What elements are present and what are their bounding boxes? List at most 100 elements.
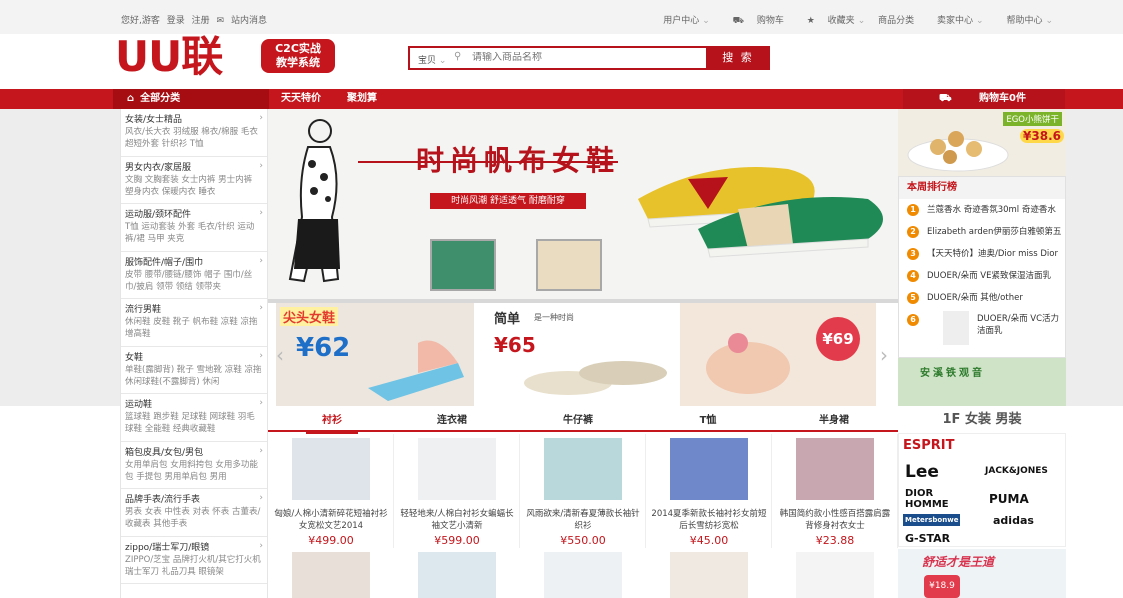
category-item[interactable]: 品牌手表/流行手表 男表 女表 中性表 对表 怀表 古董表/收藏表 其他手表 ›	[121, 489, 267, 537]
tab-jeans[interactable]: 牛仔裤	[518, 406, 638, 432]
product-card-row2[interactable]	[772, 552, 898, 598]
ad-sneakers[interactable]: 舒适才是王道 ¥18.9	[898, 549, 1066, 598]
badge-line-2: 教学系统	[276, 56, 320, 69]
brand-wall: ESPRIT Lee JACK&JONES DIOR HOMME PUMA Me…	[898, 433, 1066, 547]
hero-banner[interactable]: 时尚帆布女鞋 时尚风潮 舒适透气 耐磨耐穿	[268, 109, 898, 301]
tab-skirts[interactable]: 半身裙	[774, 406, 894, 432]
brand-logo[interactable]: PUMA	[989, 492, 1029, 506]
tab-tshirts[interactable]: T恤	[648, 406, 768, 432]
category-subtitle: 男表 女表 中性表 对表 怀表 古董表/收藏表 其他手表	[125, 507, 261, 529]
chevron-right-icon: ›	[259, 113, 263, 123]
chevron-right-icon: ›	[259, 255, 263, 266]
category-item[interactable]: 箱包皮具/女包/男包 女用单肩包 女用斜挎包 女用多功能包 手提包 男用单肩包 男…	[121, 442, 267, 489]
greeting: 您好,游客	[121, 16, 160, 26]
product-card[interactable]: 匈娘/人棉小清新碎花短袖衬衫女宽松文艺2014 ¥499.00	[268, 434, 394, 548]
product-card-row2[interactable]	[268, 552, 394, 598]
product-card-row2[interactable]	[394, 552, 520, 598]
category-subtitle: T恤 运动套装 外套 毛衣/针织 运动裤/裙 马甲 夹克	[125, 222, 255, 244]
product-name: 韩国简约款小性感百搭露肩露背修身衬衣女士	[779, 509, 891, 531]
product-card[interactable]: 轻轻地来/人棉白衬衫女蝙蝠长袖文艺小清新 ¥599.00	[394, 434, 520, 548]
product-price: ¥499.00	[308, 534, 354, 547]
ranking-item[interactable]: 3 【天天特价】迪奥/Dior miss Dior	[899, 243, 1065, 265]
star-icon: ★	[806, 16, 815, 26]
chevron-down-icon: ⌄	[438, 56, 447, 66]
nav-juhuasuan[interactable]: 聚划算	[347, 89, 377, 109]
brand-logo[interactable]: adidas	[993, 514, 1034, 527]
brand-logo[interactable]: Metersbonwe	[903, 514, 961, 526]
category-item[interactable]: 女鞋 单鞋(露脚背) 靴子 雪地靴 凉鞋 凉拖 休闲球鞋(不露脚背) 休闲 ›	[121, 347, 267, 394]
nav-cart-button[interactable]: ⛟ 购物车0件	[903, 89, 1065, 109]
category-item[interactable]: zippo/瑞士军刀/眼镜 ZIPPO/芝宝 品牌打火机/其它打火机 瑞士军刀 礼…	[121, 537, 267, 584]
favorites-link[interactable]: ★ 收藏夹 ⌄	[797, 16, 866, 26]
ranking-item[interactable]: 2 Elizabeth arden伊丽莎白雅顿第五	[899, 221, 1065, 243]
product-image	[418, 438, 496, 500]
product-card-row2[interactable]	[520, 552, 646, 598]
product-image	[796, 552, 874, 598]
messages-link[interactable]: 站内消息	[231, 16, 267, 26]
chevron-down-icon: ⌄	[1045, 16, 1053, 26]
logo-badge: C2C实战 教学系统	[261, 39, 335, 73]
category-item[interactable]: 运动服/颈环配件 T恤 运动套装 外套 毛衣/针织 运动裤/裙 马甲 夹克 ›	[121, 204, 267, 252]
ranking-thumbnail	[943, 311, 969, 345]
login-link[interactable]: 登录	[167, 16, 185, 26]
ranking-item[interactable]: 6 DUOER/朵而 VC活力洁面乳	[899, 309, 1065, 349]
product-image	[796, 438, 874, 500]
help-center-link[interactable]: 帮助中心 ⌄	[996, 16, 1053, 26]
nav-daily-deals[interactable]: 天天特价	[281, 89, 321, 109]
register-link[interactable]: 注册	[192, 16, 210, 26]
category-title: 女鞋	[125, 352, 144, 363]
ad-biscuits[interactable]: EGO小熊饼干 ¥38.6	[898, 109, 1066, 176]
category-item[interactable]: 女装/女士精品 风衣/长大衣 羽绒服 棉衣/棉服 毛衣 超短外套 针织衫 T恤 ›	[121, 109, 267, 157]
ranking-item[interactable]: 1 兰蔻香水 奇迹香氛30ml 奇迹香水	[899, 199, 1065, 221]
product-name: 匈娘/人棉小清新碎花短袖衬衫女宽松文艺2014	[274, 509, 388, 531]
category-title: 箱包皮具/女包/男包	[125, 447, 204, 458]
all-categories-button[interactable]: ⌂ 全部分类	[113, 89, 269, 109]
user-center-link[interactable]: 用户中心 ⌄	[653, 16, 710, 26]
carousel-next-button[interactable]: ›	[880, 343, 888, 367]
seller-center-link[interactable]: 卖家中心 ⌄	[927, 16, 984, 26]
cart-link[interactable]: ⛟ 购物车	[723, 16, 784, 26]
cart-label: 购物车	[756, 16, 784, 26]
category-item[interactable]: 运动鞋 篮球鞋 跑步鞋 足球鞋 网球鞋 羽毛球鞋 全能鞋 经典收藏鞋 ›	[121, 394, 267, 442]
product-card[interactable]: 风雨欲来/清新春夏薄款长袖针织衫 ¥550.00	[520, 434, 646, 548]
search-button[interactable]: 搜 索	[706, 46, 770, 70]
category-title: 运动鞋	[125, 400, 153, 410]
product-card[interactable]: 2014夏季新款长袖衬衫女前短后长雪纺衫宽松 ¥45.00	[646, 434, 772, 548]
ranking-number: 3	[907, 248, 919, 260]
ranking-text: DUOER/朵而 VE紧致保湿洁面乳	[927, 271, 1051, 281]
category-item[interactable]: 流行男鞋 休闲鞋 皮鞋 靴子 帆布鞋 凉鞋 凉拖 增高鞋 ›	[121, 299, 267, 347]
chevron-right-icon: ›	[259, 540, 263, 551]
category-title: 服饰配件/帽子/围巾	[125, 257, 204, 268]
search-category-select[interactable]: 宝贝 ⌄	[418, 53, 446, 66]
category-title: 品牌手表/流行手表	[125, 495, 201, 505]
top-bar-left: 您好,游客 登录 注册 ✉ 站内消息	[121, 13, 271, 26]
ad-tieguanyin[interactable]: 安溪铁观音	[898, 358, 1066, 406]
carousel-prev-button[interactable]: ‹	[276, 343, 284, 367]
ranking-item[interactable]: 5 DUOER/朵而 其他/other	[899, 287, 1065, 309]
ranking-item[interactable]: 4 DUOER/朵而 VE紧致保湿洁面乳	[899, 265, 1065, 287]
ranking-title: 本周排行榜	[899, 177, 1065, 199]
chevron-right-icon: ›	[259, 208, 263, 218]
brand-logo[interactable]: JACK&JONES	[985, 466, 1048, 476]
brand-logo[interactable]: G-STAR	[905, 532, 950, 545]
search-icon: ⚲	[454, 51, 462, 62]
favorites-label: 收藏夹	[827, 16, 855, 26]
tab-dresses[interactable]: 连衣裙	[392, 406, 512, 432]
product-tabs: 衬衫 连衣裙 牛仔裤 T恤 半身裙	[268, 406, 898, 434]
product-card[interactable]: 韩国简约款小性感百搭露肩露背修身衬衣女士 ¥23.88	[772, 434, 898, 548]
tab-shirts[interactable]: 衬衫	[272, 406, 392, 434]
ranking-number: 2	[907, 226, 919, 238]
seller-center-label: 卖家中心	[937, 16, 974, 26]
product-image	[544, 552, 622, 598]
cart-icon: ⛟	[939, 93, 952, 104]
category-item[interactable]: 男女内衣/家居服 文胸 文胸套装 女士内裤 男士内裤 塑身内衣 保暖内衣 睡衣 ›	[121, 157, 267, 204]
categories-link[interactable]: 商品分类	[878, 16, 914, 26]
main-nav: ⌂ 全部分类 天天特价 聚划算 ⛟ 购物车0件	[0, 89, 1123, 109]
category-item[interactable]: 服饰配件/帽子/围巾 皮带 腰带/腰链/腰饰 帽子 围巾/丝巾/披肩 领带 领结 …	[121, 252, 267, 299]
brand-logo[interactable]: DIOR HOMME	[905, 488, 965, 510]
brand-logo[interactable]: ESPRIT	[903, 438, 955, 453]
search-input[interactable]	[472, 52, 702, 63]
product-card-row2[interactable]	[646, 552, 772, 598]
brand-logo[interactable]: Lee	[905, 462, 939, 482]
search-bar: 宝贝 ⌄ ⚲ 搜 索	[408, 46, 770, 70]
